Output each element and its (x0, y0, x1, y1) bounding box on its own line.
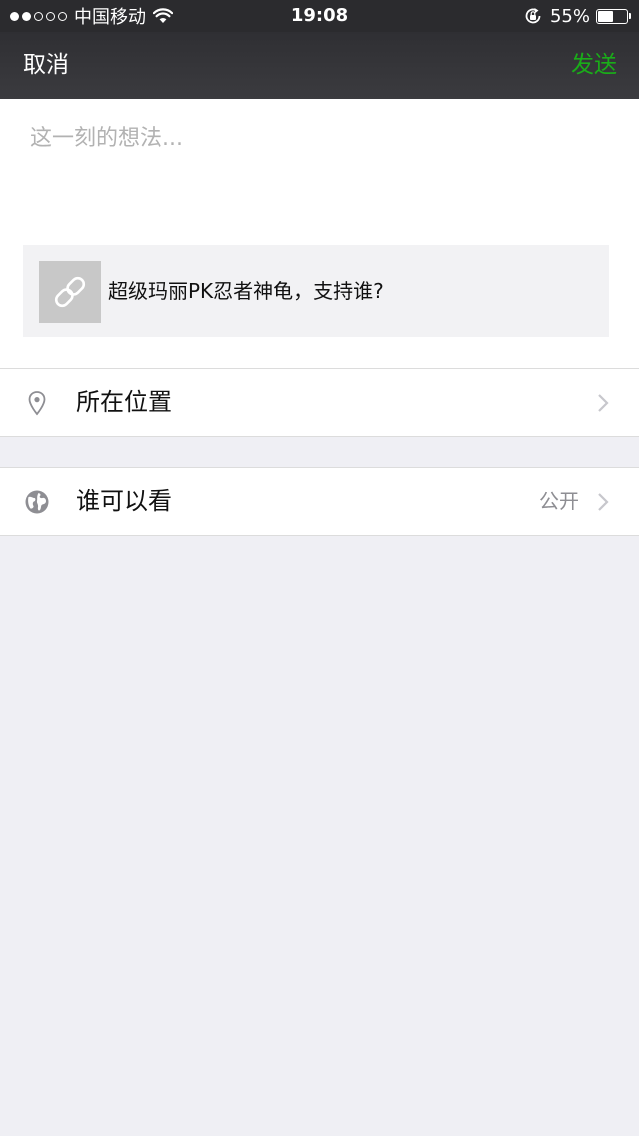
compose-area: 超级玛丽PK忍者神龟，支持谁? 所在位置 (0, 99, 639, 436)
link-thumbnail (39, 261, 101, 323)
status-bar: 中国移动 19:08 55% (0, 0, 639, 32)
location-label: 所在位置 (76, 388, 172, 416)
visibility-label: 谁可以看 (76, 487, 172, 515)
link-title: 超级玛丽PK忍者神龟，支持谁? (108, 279, 384, 303)
shared-link-card[interactable]: 超级玛丽PK忍者神龟，支持谁? (23, 245, 609, 337)
status-right: 55% (524, 4, 631, 28)
globe-icon (25, 490, 49, 514)
battery-level (598, 10, 613, 22)
thought-input[interactable] (30, 126, 610, 151)
battery-tip (629, 13, 631, 19)
location-pin-icon (28, 391, 46, 416)
location-row[interactable]: 所在位置 (0, 369, 639, 436)
chevron-right-icon (598, 394, 609, 412)
visibility-value: 公开 (539, 489, 579, 513)
chevron-right-icon (598, 493, 609, 511)
send-button[interactable]: 发送 (571, 32, 617, 99)
rotation-lock-icon (525, 8, 541, 24)
battery-icon (596, 8, 628, 24)
link-icon (54, 276, 86, 308)
battery-percent: 55% (549, 5, 590, 27)
divider (0, 436, 639, 437)
divider (0, 535, 639, 536)
visibility-row[interactable]: 谁可以看 公开 (0, 468, 639, 535)
cancel-button[interactable]: 取消 (23, 32, 69, 99)
nav-bar: 取消 发送 (0, 32, 639, 99)
